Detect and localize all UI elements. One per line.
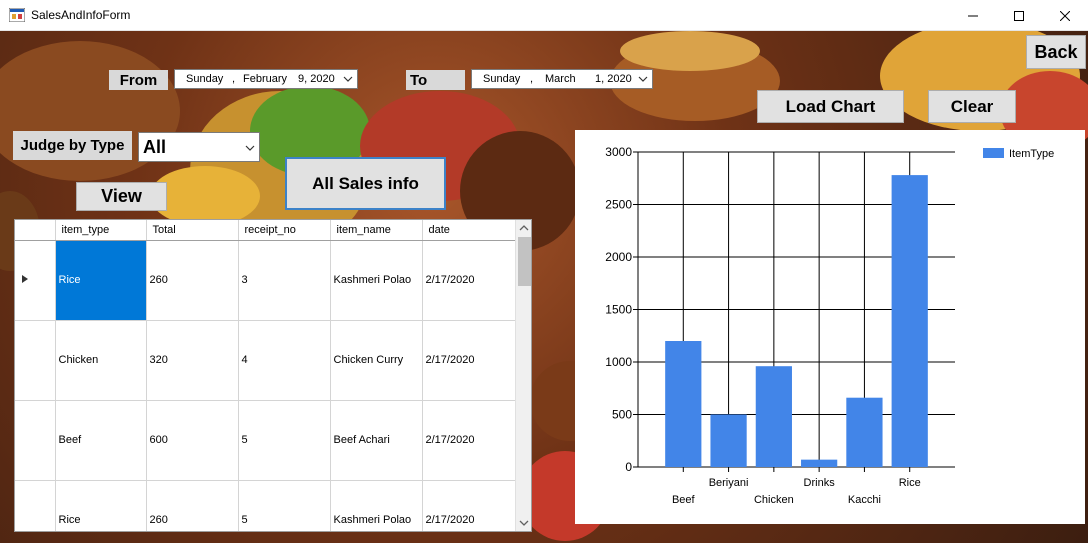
table-cell[interactable]: 5 (238, 400, 331, 481)
table-cell[interactable]: Chicken Curry (330, 320, 423, 401)
view-button[interactable]: View (76, 182, 167, 211)
clear-button[interactable]: Clear (928, 90, 1016, 123)
table-cell[interactable]: 320 (146, 320, 239, 401)
legend-label: ItemType (1009, 148, 1054, 160)
current-row-arrow-icon (22, 274, 28, 283)
y-tick-label: 1500 (605, 303, 632, 317)
to-date-month: March (545, 73, 576, 85)
maximize-icon (1014, 10, 1024, 21)
row-header[interactable] (15, 400, 56, 481)
chevron-down-icon[interactable] (245, 142, 255, 154)
x-tick-label: Kacchi (848, 494, 881, 506)
chevron-down-icon[interactable] (343, 73, 353, 85)
row-header[interactable] (15, 320, 56, 401)
column-header[interactable]: Total (146, 220, 239, 241)
minimize-button[interactable] (950, 0, 996, 31)
x-tick-label: Chicken (754, 494, 794, 506)
app-icon (9, 8, 25, 22)
from-date-month: February (243, 73, 288, 85)
table-cell[interactable]: 260 (146, 480, 239, 531)
load-chart-button[interactable]: Load Chart (757, 90, 904, 123)
table-cell[interactable]: Chicken (55, 320, 147, 401)
y-tick-label: 0 (625, 460, 632, 474)
scroll-down-icon[interactable] (519, 519, 529, 527)
sales-data-grid[interactable]: item_type Total receipt_no item_name dat… (14, 219, 532, 532)
y-tick-label: 500 (612, 408, 632, 422)
minimize-icon (968, 15, 978, 16)
vertical-scrollbar[interactable] (515, 220, 531, 531)
type-combobox[interactable]: All (138, 132, 260, 162)
table-cell[interactable]: 2/17/2020 (422, 400, 516, 481)
column-header[interactable]: item_type (55, 220, 147, 241)
bar (665, 341, 702, 467)
from-date-day: Sunday (186, 73, 224, 85)
table-cell[interactable]: 3 (238, 240, 331, 321)
table-header-row: item_type Total receipt_no item_name dat… (15, 220, 516, 241)
maximize-button[interactable] (996, 0, 1042, 31)
table-cell[interactable]: 2/17/2020 (422, 480, 516, 531)
x-tick-label: Beef (672, 494, 696, 506)
legend-swatch (983, 148, 1004, 158)
table-cell[interactable]: 2/17/2020 (422, 240, 516, 321)
table-row[interactable]: Rice 260 5 Kashmeri Polao 2/17/2020 (15, 480, 516, 531)
y-tick-label: 1000 (605, 355, 632, 369)
bar (710, 414, 747, 467)
close-button[interactable] (1042, 0, 1088, 31)
table-cell[interactable]: Rice (55, 480, 147, 531)
table-cell[interactable]: Rice (55, 240, 147, 321)
from-date-sep: , (232, 73, 236, 85)
all-sales-info-button[interactable]: All Sales info (285, 157, 446, 210)
table-cell[interactable]: Beef (55, 400, 147, 481)
bar (846, 397, 883, 467)
y-tick-label: 3000 (605, 145, 632, 159)
chart-panel: 0 500 1000 1500 2000 2500 3000 Beef Beriyani Chic… (575, 130, 1085, 524)
table-cell[interactable]: 2/17/2020 (422, 320, 516, 401)
to-date-picker[interactable]: Sunday , March 1, 2020 (471, 69, 653, 89)
column-header[interactable]: date (422, 220, 516, 241)
column-header[interactable]: receipt_no (238, 220, 331, 241)
row-header[interactable] (15, 240, 56, 321)
x-tick-label: Rice (899, 477, 921, 489)
table-row[interactable]: Chicken 320 4 Chicken Curry 2/17/2020 (15, 320, 516, 401)
bar (891, 175, 928, 467)
table-row[interactable]: Rice 260 3 Kashmeri Polao 2/17/2020 (15, 240, 516, 321)
window-title: SalesAndInfoForm (31, 8, 131, 22)
y-tick-label: 2000 (605, 250, 632, 264)
x-tick-label: Beriyani (709, 477, 749, 489)
bar (755, 366, 792, 467)
table-cell[interactable]: Beef Achari (330, 400, 423, 481)
table-cell[interactable]: 4 (238, 320, 331, 401)
y-tick-label: 2500 (605, 198, 632, 212)
table-cell[interactable]: 260 (146, 240, 239, 321)
type-combobox-value: All (143, 137, 167, 157)
table-cell[interactable]: 5 (238, 480, 331, 531)
close-icon (1060, 10, 1070, 21)
table-row[interactable]: Beef 600 5 Beef Achari 2/17/2020 (15, 400, 516, 481)
from-date-picker[interactable]: Sunday , February 9, 2020 (174, 69, 358, 89)
chevron-down-icon[interactable] (638, 73, 648, 85)
back-button[interactable]: Back (1026, 35, 1086, 69)
table-cell[interactable]: 600 (146, 400, 239, 481)
from-label: From (109, 70, 168, 90)
column-header[interactable]: item_name (330, 220, 423, 241)
to-date-date: 1, 2020 (595, 73, 632, 85)
x-tick-label: Drinks (804, 477, 836, 489)
judge-by-type-label: Judge by Type (13, 131, 132, 160)
row-header-corner (15, 220, 56, 241)
to-date-sep: , (530, 73, 534, 85)
bar (801, 459, 838, 467)
item-type-bar-chart: 0 500 1000 1500 2000 2500 3000 Beef Beriyani Chic… (605, 145, 1054, 506)
from-date-date: 9, 2020 (298, 73, 335, 85)
row-header[interactable] (15, 480, 56, 531)
table-cell[interactable]: Kashmeri Polao (330, 480, 423, 531)
table-cell[interactable]: Kashmeri Polao (330, 240, 423, 321)
title-bar: SalesAndInfoForm (0, 0, 1088, 31)
scroll-up-icon[interactable] (519, 224, 529, 232)
to-label: To (406, 70, 465, 90)
scrollbar-thumb[interactable] (518, 237, 531, 286)
sales-table: item_type Total receipt_no item_name dat… (15, 220, 516, 531)
to-date-day: Sunday (483, 73, 521, 85)
